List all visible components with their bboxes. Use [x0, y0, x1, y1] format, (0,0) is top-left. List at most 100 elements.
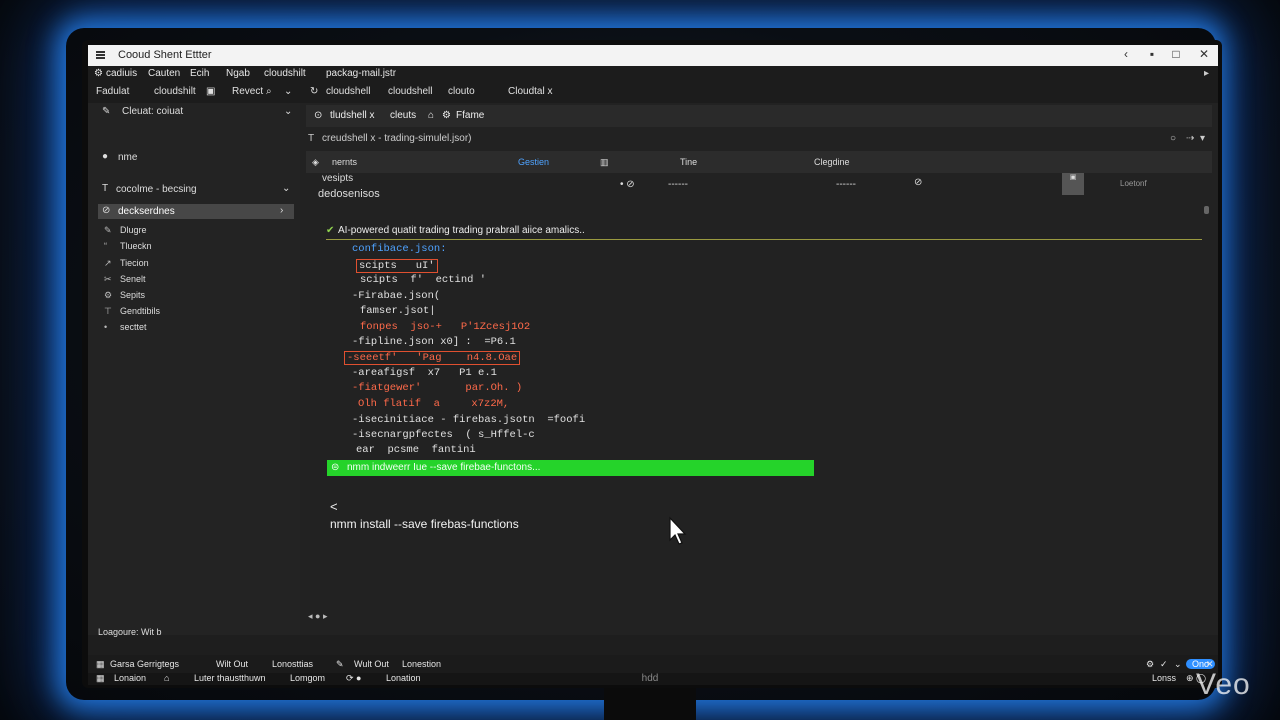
status-item[interactable]: Lomgom — [290, 673, 325, 683]
terminal-command[interactable]: nmm install --save firebas-functions — [330, 517, 519, 531]
settings-icon: ⚙ — [442, 110, 451, 121]
edit-icon[interactable]: ✎ — [336, 659, 344, 670]
menu-item[interactable]: cloudshilt — [264, 68, 306, 79]
menu-item[interactable]: cadiuis — [106, 68, 137, 79]
dot-icon: • ⊘ — [620, 179, 635, 190]
tab[interactable]: cleuts — [390, 110, 416, 121]
circle-icon[interactable]: ○ — [1170, 133, 1176, 144]
sidebar-item[interactable]: T — [102, 183, 108, 194]
highlighted-command-text: nmm indweerr Iue --save firebae-functons… — [347, 462, 541, 473]
close-icon[interactable]: ✕ — [1196, 47, 1212, 61]
edit-icon: ✎ — [102, 106, 111, 117]
type-icon: T — [308, 133, 315, 144]
table-row[interactable]: vesipts dedosenisos • ⊘ ------ ------ ⊘ … — [306, 173, 1212, 213]
column-header[interactable]: Tine — [680, 157, 697, 167]
status-item[interactable]: Lonestion — [402, 659, 441, 669]
sidebar-item[interactable]: nme — [118, 152, 137, 163]
column-header[interactable]: Clegdine — [814, 157, 850, 167]
toolbar-item[interactable]: Fadulat — [96, 86, 129, 97]
sidebar-item-label[interactable]: cocolme - becsing — [116, 184, 197, 195]
tab-bar: ⊙ tludshell x cleuts ⌂ ⚙ Ffame — [306, 105, 1212, 127]
folder-icon: ⊘ — [102, 205, 111, 216]
back-icon[interactable]: ‹ — [1118, 47, 1134, 61]
tab[interactable]: tludshell x — [330, 110, 374, 121]
sidebar-item-label[interactable]: deckserdnes — [118, 206, 175, 217]
columns-icon[interactable]: ▥ — [600, 157, 609, 168]
search-icon[interactable]: ⌕ — [266, 86, 272, 97]
panel-controls-icon[interactable]: ◂ ● ▸ — [308, 611, 327, 622]
lock-icon[interactable]: ▪ — [1144, 47, 1160, 61]
toolbar-item[interactable]: cloudshell — [326, 86, 370, 97]
check-icon[interactable]: ✓ — [1160, 659, 1168, 670]
sidebar-subitem[interactable]: ✂ Senelt — [104, 274, 146, 285]
sidebar-subitem[interactable]: ⊤ Gendtibils — [104, 306, 160, 317]
scroll-right-icon[interactable]: ▸ — [1204, 68, 1209, 79]
sidebar: ✎ Cleuat: coiuat ⌄ ● nme T cocolme - bec… — [88, 103, 300, 635]
status-item[interactable]: Garsa Gerrigtegs — [110, 659, 179, 669]
status-item[interactable]: Lonaion — [114, 673, 146, 683]
tab[interactable]: Ffame — [456, 110, 484, 121]
status-item[interactable]: Lonss — [1152, 673, 1176, 683]
code-line: -fipline.json x0] : =P6.1 — [352, 336, 516, 348]
chevron-down-icon[interactable]: ▾ — [1200, 133, 1205, 144]
settings-icon[interactable]: ⚙ — [1146, 659, 1154, 670]
ai-summary-line: ✔ AI-powered quatit trading trading prab… — [326, 225, 1202, 240]
toolbar-item[interactable]: Revect — [232, 86, 263, 97]
tag-icon: ⊤ — [104, 306, 112, 316]
terminal-icon: ⊜ — [331, 462, 340, 473]
chevron-down-icon[interactable]: ⌄ — [284, 106, 292, 117]
pen-icon: ✎ — [104, 225, 112, 235]
sidebar-subitem[interactable]: ✎ Dlugre — [104, 225, 147, 236]
prompt-icon: < — [330, 499, 338, 514]
sidebar-subitem[interactable]: • secttet — [104, 322, 147, 332]
gear-icon: ⚙ — [104, 290, 113, 300]
quote-icon: “ — [104, 241, 107, 251]
menu-icon[interactable] — [96, 51, 105, 59]
chevron-right-icon[interactable]: › — [280, 205, 283, 216]
grid-icon[interactable]: ▦ — [96, 673, 105, 684]
column-header[interactable]: nernts — [332, 157, 357, 167]
toolbar-item[interactable]: Cloudtal x — [508, 86, 552, 97]
dot-icon: ● — [102, 151, 109, 162]
monitor-stand — [604, 688, 696, 720]
toolbar-item[interactable]: cloudshell — [388, 86, 432, 97]
share-icon[interactable]: ⇢ — [1186, 133, 1194, 144]
menu-item[interactable]: packag-mail.jstr — [326, 68, 396, 79]
status-item[interactable]: Lonosttias — [272, 659, 313, 669]
thumbnail-icon: ▣ — [1062, 173, 1084, 195]
column-header[interactable]: Gestien — [518, 157, 549, 167]
info-icon: ⊘ — [914, 177, 923, 188]
status-item[interactable]: Lonation — [386, 673, 421, 683]
panel-label: Loagoure: Wit b — [98, 627, 162, 637]
square-icon[interactable]: ▣ — [206, 86, 215, 97]
refresh-icon[interactable]: ↻ — [310, 86, 318, 97]
status-item[interactable]: Luter thaustthuwn — [194, 673, 266, 683]
chevron-down-icon[interactable]: ⌄ — [284, 86, 292, 97]
maximize-icon[interactable]: □ — [1168, 47, 1184, 61]
sidebar-subitem[interactable]: ⚙ Sepits — [104, 290, 145, 301]
menu-item[interactable]: Ngab — [226, 68, 250, 79]
grid-icon[interactable]: ▦ — [96, 659, 105, 670]
window-title: Cooud Shent Ettter — [118, 49, 212, 61]
ai-summary-text: AI-powered quatit trading trading prabra… — [338, 225, 585, 236]
toolbar-item[interactable]: clouto — [448, 86, 475, 97]
menu-item[interactable]: Cauten — [148, 68, 180, 79]
lock-icon: ⌂ — [428, 110, 435, 121]
status-item[interactable]: Wult Out — [354, 659, 389, 669]
settings-icon[interactable]: ⚙ — [94, 68, 103, 79]
toolbar-item[interactable]: cloudshilt — [154, 86, 196, 97]
chevron-down-icon[interactable]: ⌄ — [282, 183, 290, 194]
sidebar-header: Cleuat: coiuat — [122, 106, 184, 117]
status-item[interactable]: Wilt Out — [216, 659, 248, 669]
code-line: confibace.json: — [352, 243, 447, 255]
code-line: -seeetf' 'Pag n4.8.Oae — [344, 351, 521, 365]
code-line: -isecinitiace - firebas.jsotn =foofi — [352, 414, 586, 426]
menu-item[interactable]: Ecih — [190, 68, 209, 79]
sidebar-subitem[interactable]: ↗ Tiecion — [104, 258, 149, 269]
code-line: -isecnargpfectes ( s_Hffel-c — [352, 429, 535, 441]
sidebar-subitem[interactable]: “Tlueckn — [104, 241, 152, 251]
sync-icon[interactable]: ⟳ ● — [346, 673, 361, 684]
highlighted-command[interactable]: ⊜ nmm indweerr Iue --save firebae-functo… — [327, 460, 814, 476]
check-icon: ✔ — [326, 225, 335, 236]
chevron-down-icon[interactable]: ⌄ — [1174, 659, 1182, 670]
